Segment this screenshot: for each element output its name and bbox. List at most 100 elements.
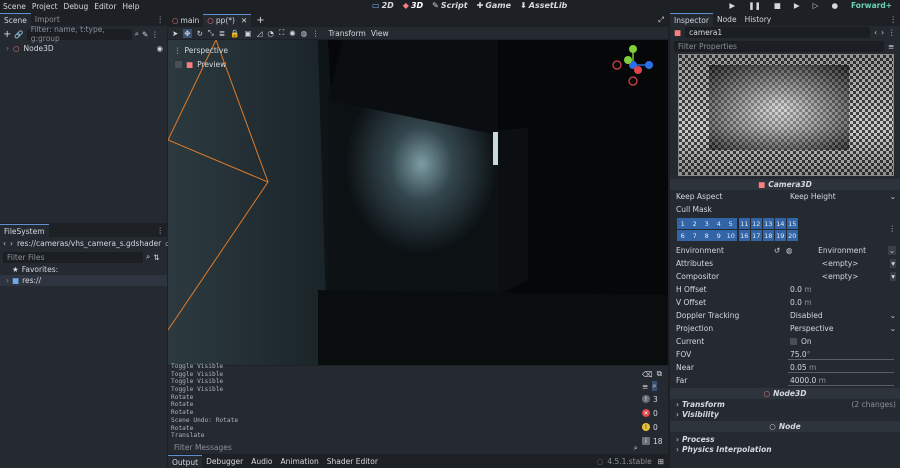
- scene-menu-icon[interactable]: ⋮: [151, 30, 159, 39]
- menu-editor[interactable]: Editor: [94, 2, 116, 11]
- renderer-label[interactable]: Forward+: [851, 1, 892, 10]
- add-node-icon[interactable]: +: [3, 29, 11, 40]
- cull-layer[interactable]: 4: [713, 218, 725, 229]
- environment-icon[interactable]: ◍: [301, 29, 308, 38]
- viewport-menu-icon[interactable]: ⋮: [174, 46, 182, 55]
- tab-output[interactable]: Output: [168, 455, 203, 468]
- play-icon[interactable]: ▶: [729, 1, 735, 10]
- cull-layer[interactable]: 14: [774, 218, 786, 229]
- res-folder-item[interactable]: › ■ res://: [0, 275, 167, 286]
- h-offset-field[interactable]: 0.0 m: [786, 285, 900, 294]
- group-icon[interactable]: ▣: [245, 29, 252, 38]
- cull-layer[interactable]: 12: [750, 218, 762, 229]
- cull-layer[interactable]: 13: [762, 218, 774, 229]
- section-physics-interpolation[interactable]: › Physics Interpolation: [670, 444, 900, 454]
- section-visibility[interactable]: › Visibility: [670, 409, 900, 419]
- view-menu[interactable]: View: [371, 29, 389, 38]
- play-scene-icon[interactable]: ▶: [794, 1, 800, 10]
- history-forward-icon[interactable]: ›: [881, 28, 884, 37]
- lock-icon[interactable]: 🔒: [230, 29, 239, 38]
- copy-icon[interactable]: ⧉: [657, 369, 662, 379]
- cull-layer[interactable]: 7: [689, 230, 701, 241]
- forward-icon[interactable]: ›: [10, 239, 13, 248]
- doppler-dropdown[interactable]: Disabled: [786, 311, 890, 320]
- favorites-item[interactable]: ★ Favorites:: [0, 264, 167, 275]
- cull-layer[interactable]: 10: [725, 230, 737, 241]
- message-filter[interactable]: i 18: [642, 434, 666, 448]
- cull-mask-menu-icon[interactable]: ⋮: [889, 224, 897, 233]
- cull-layer[interactable]: 9: [713, 230, 725, 241]
- search-icon[interactable]: ⌕: [135, 29, 139, 39]
- tab-history[interactable]: History: [741, 13, 776, 26]
- pause-icon[interactable]: ❚❚: [748, 1, 761, 10]
- local-space-icon[interactable]: ◔: [267, 29, 274, 38]
- log-filter[interactable]: ! 3: [642, 392, 666, 406]
- section-transform[interactable]: › Transform (2 changes): [670, 399, 900, 409]
- script-icon[interactable]: ✎: [142, 30, 148, 39]
- far-slider[interactable]: 4000.0 m: [786, 376, 900, 386]
- cull-layer[interactable]: 8: [701, 230, 713, 241]
- dock-menu-icon[interactable]: ⋮: [890, 15, 898, 24]
- v-offset-field[interactable]: 0.0 m: [786, 298, 900, 307]
- scene-tab-main[interactable]: ○ main: [168, 14, 203, 27]
- workspace-script[interactable]: ✎ Script: [432, 1, 467, 10]
- clear-icon[interactable]: ⌫: [642, 370, 653, 379]
- menu-scene[interactable]: Scene: [3, 2, 26, 11]
- cull-layer[interactable]: 5: [725, 218, 737, 229]
- search-icon[interactable]: ⌕: [634, 443, 638, 453]
- visibility-eye-icon[interactable]: ◉: [156, 44, 163, 53]
- chevron-down-icon[interactable]: ⌄: [890, 192, 896, 201]
- fov-slider[interactable]: 75.0°: [786, 350, 900, 360]
- movie-icon[interactable]: ●: [831, 1, 838, 10]
- chevron-down-icon[interactable]: ⌄: [887, 246, 896, 255]
- cull-layer[interactable]: 3: [701, 218, 713, 229]
- sort-icon[interactable]: ⇅: [153, 253, 159, 262]
- select-tool-icon[interactable]: ➤: [172, 29, 178, 38]
- transform-menu[interactable]: Transform: [329, 29, 366, 38]
- cull-layer[interactable]: 19: [774, 230, 786, 241]
- tab-audio[interactable]: Audio: [247, 455, 276, 468]
- tab-animation[interactable]: Animation: [277, 455, 323, 468]
- workspace-3d[interactable]: ◆ 3D: [403, 1, 423, 10]
- distraction-free-icon[interactable]: ⤢: [658, 15, 664, 25]
- folder-icon[interactable]: ▾: [890, 259, 896, 268]
- back-icon[interactable]: ‹: [3, 239, 6, 248]
- tab-scene[interactable]: Scene: [0, 13, 31, 26]
- chevron-right-icon[interactable]: ›: [6, 276, 9, 285]
- near-slider[interactable]: 0.05 m: [786, 363, 900, 373]
- preview-checkbox[interactable]: [175, 61, 182, 68]
- more-icon[interactable]: ⋮: [312, 29, 320, 38]
- cull-layer[interactable]: 17: [750, 230, 762, 241]
- tab-node[interactable]: Node: [713, 13, 741, 26]
- workspace-game[interactable]: ✚ Game: [477, 1, 511, 10]
- current-checkbox[interactable]: [790, 338, 797, 345]
- file-filter-input[interactable]: Filter Files: [3, 251, 143, 263]
- cull-layer[interactable]: 15: [786, 218, 798, 229]
- chevron-down-icon[interactable]: ⌄: [890, 324, 896, 333]
- cull-layer[interactable]: 11: [738, 218, 750, 229]
- dock-menu-icon[interactable]: ⋮: [157, 15, 165, 24]
- path-field[interactable]: res://cameras/vhs_camera_s.gdshader: [17, 239, 161, 248]
- scene-filter-input[interactable]: Filter: name, t:type, g:group: [26, 25, 132, 43]
- dock-menu-icon[interactable]: ⋮: [157, 226, 165, 235]
- tab-filesystem[interactable]: FileSystem: [0, 224, 49, 237]
- history-back-icon[interactable]: ‹: [874, 28, 877, 37]
- link-icon[interactable]: 🔗: [14, 30, 23, 39]
- workspace-assetlib[interactable]: ⬇ AssetLib: [520, 1, 567, 10]
- move-tool-icon[interactable]: ✥: [183, 28, 192, 38]
- menu-help[interactable]: Help: [122, 2, 139, 11]
- environment-resource[interactable]: Environment: [793, 246, 888, 255]
- cull-layer[interactable]: 16: [738, 230, 750, 241]
- collapse-icon[interactable]: ≡: [642, 382, 648, 391]
- projection-dropdown[interactable]: Perspective: [786, 324, 890, 333]
- search-icon[interactable]: ⌕: [652, 381, 657, 391]
- version-label[interactable]: 4.5.1.stable: [607, 457, 651, 466]
- viewport-3d[interactable]: ⋮ Perspective ■ Preview: [168, 40, 668, 365]
- snap-icon[interactable]: ⛶: [279, 28, 284, 38]
- menu-debug[interactable]: Debug: [64, 2, 89, 11]
- ruler-icon[interactable]: ◿: [257, 29, 263, 38]
- section-process[interactable]: › Process: [670, 434, 900, 444]
- property-filter-input[interactable]: Filter Properties: [674, 40, 884, 52]
- tab-debugger[interactable]: Debugger: [202, 455, 247, 468]
- play-custom-icon[interactable]: ▷: [813, 1, 819, 10]
